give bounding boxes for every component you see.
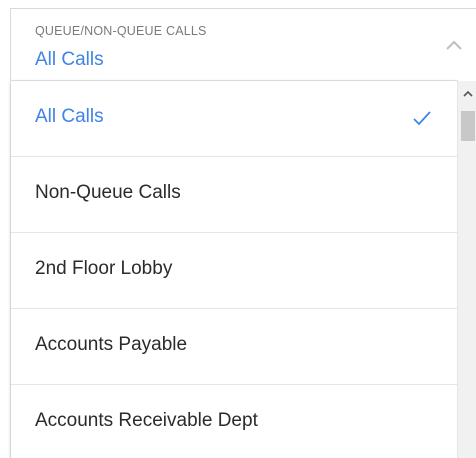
queue-filter-dropdown: QUEUE/NON-QUEUE CALLS All Calls All Call… (10, 8, 476, 458)
dropdown-option-all-calls[interactable]: All Calls (11, 81, 457, 157)
dropdown-option-non-queue-calls[interactable]: Non-Queue Calls (11, 157, 457, 233)
dropdown-option-label: All Calls (35, 106, 104, 127)
check-icon (413, 111, 431, 126)
dropdown-option-accounts-receivable-dept[interactable]: Accounts Receivable Dept (11, 385, 457, 458)
dropdown-option-2nd-floor-lobby[interactable]: 2nd Floor Lobby (11, 233, 457, 309)
dropdown-option-label: 2nd Floor Lobby (35, 258, 173, 279)
dropdown-option-accounts-payable[interactable]: Accounts Payable (11, 309, 457, 385)
dropdown-option-label: Non-Queue Calls (35, 182, 181, 203)
scrollbar-thumb[interactable] (461, 111, 475, 141)
dropdown-option-label: Accounts Payable (35, 334, 188, 355)
dropdown-scrollbar[interactable] (457, 81, 476, 458)
dropdown-selected-value[interactable]: All Calls (35, 49, 104, 71)
dropdown-option-label: Accounts Receivable Dept (35, 410, 258, 431)
scroll-up-arrow-icon[interactable] (462, 89, 474, 99)
dropdown-header-label: QUEUE/NON-QUEUE CALLS (35, 24, 207, 38)
dropdown-options-list: All Calls Non-Queue Calls 2nd Floor Lobb… (11, 81, 457, 458)
chevron-up-icon[interactable] (443, 35, 465, 57)
dropdown-header[interactable]: QUEUE/NON-QUEUE CALLS All Calls (11, 9, 476, 81)
